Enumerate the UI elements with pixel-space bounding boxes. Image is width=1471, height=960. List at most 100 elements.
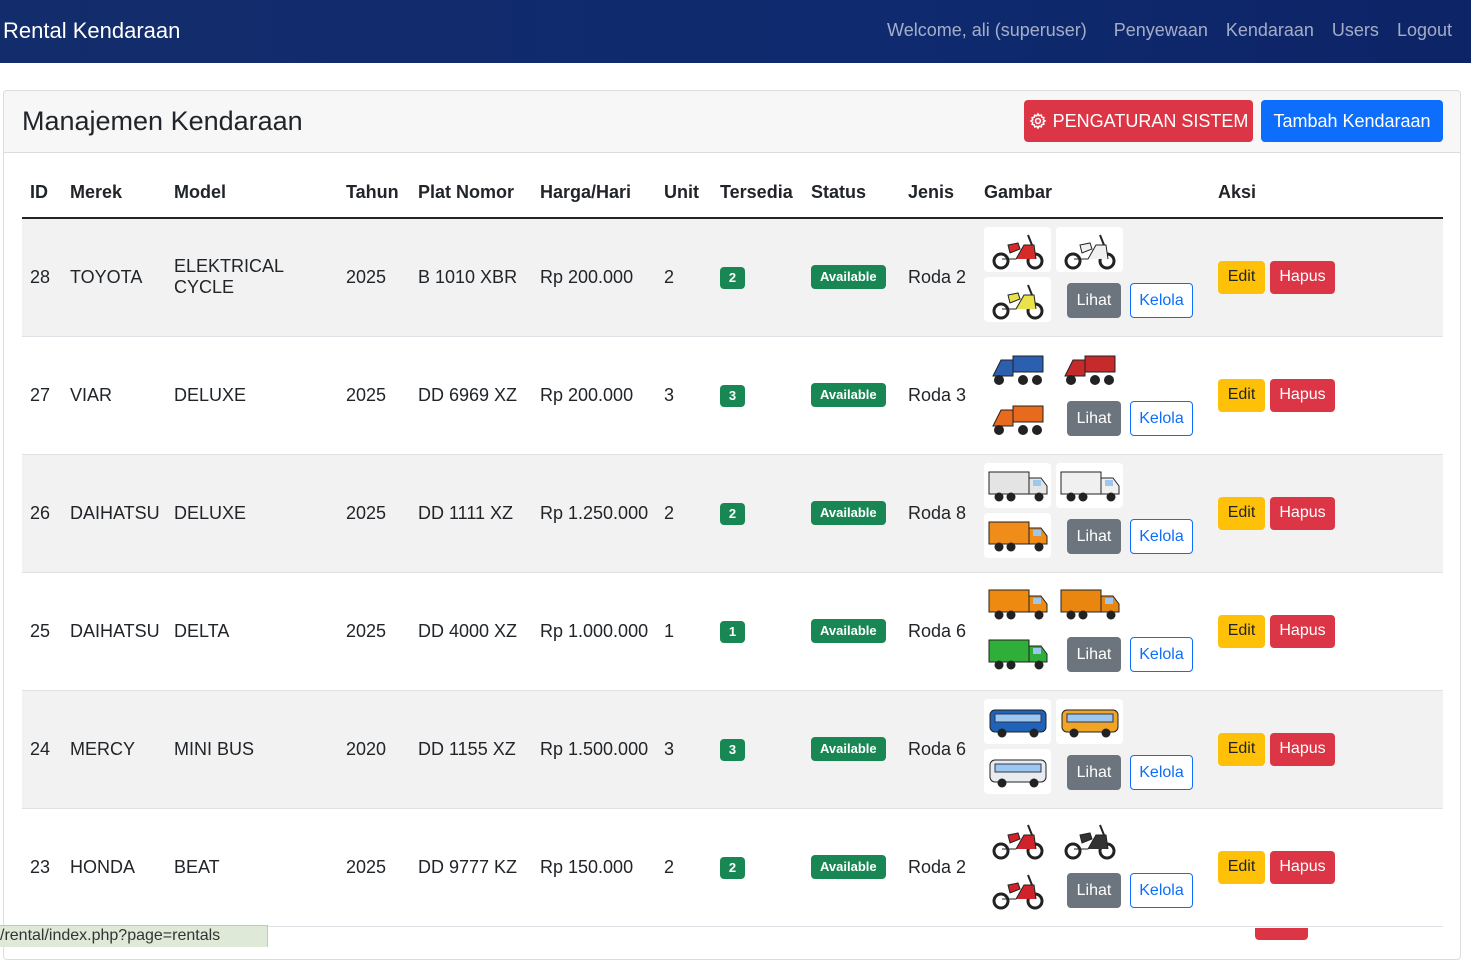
hidden-hapus-button[interactable] xyxy=(1255,928,1308,940)
image-gallery: Lihat Kelola xyxy=(984,817,1209,917)
header-id: ID xyxy=(22,168,62,219)
cell-tahun: 2025 xyxy=(338,808,410,927)
truck-box-white-thumbnail[interactable] xyxy=(984,463,1051,508)
truck-white-front-thumbnail[interactable] xyxy=(1056,463,1123,508)
header-unit: Unit xyxy=(656,168,712,219)
tricycle-red-thumbnail[interactable] xyxy=(1056,345,1123,390)
cell-aksi: Edit Hapus xyxy=(1210,690,1443,809)
image-gallery: Lihat Kelola xyxy=(984,581,1209,681)
cell-jenis: Roda 6 xyxy=(900,572,976,691)
cell-gambar: Lihat Kelola xyxy=(976,572,1210,691)
header-gambar: Gambar xyxy=(976,168,1210,219)
view-images-button[interactable]: Lihat xyxy=(1067,401,1121,436)
cell-merek: MERCY xyxy=(62,690,166,809)
truck-orange-front-thumbnail[interactable] xyxy=(1056,581,1123,626)
cell-unit: 2 xyxy=(656,454,712,573)
nav-link-logout[interactable]: Logout xyxy=(1397,20,1452,41)
view-images-button[interactable]: Lihat xyxy=(1067,519,1121,554)
nav-links: Welcome, ali (superuser) Penyewaan Kenda… xyxy=(887,20,1452,41)
motorbike-red-2-thumbnail[interactable] xyxy=(984,867,1051,912)
edit-button[interactable]: Edit xyxy=(1218,378,1265,412)
image-gallery: Lihat Kelola xyxy=(984,345,1209,445)
manage-images-button[interactable]: Kelola xyxy=(1130,873,1193,908)
manage-images-button[interactable]: Kelola xyxy=(1130,283,1193,319)
cell-harga: Rp 200.000 xyxy=(532,218,656,337)
edit-button[interactable]: Edit xyxy=(1218,260,1265,294)
tricycle-blue-thumbnail[interactable] xyxy=(984,345,1051,390)
cell-gambar: Lihat Kelola xyxy=(976,336,1210,455)
view-images-button[interactable]: Lihat xyxy=(1067,637,1121,672)
image-gallery: Lihat Kelola xyxy=(984,699,1209,799)
bus-blue-thumbnail[interactable] xyxy=(984,699,1051,744)
delete-button[interactable]: Hapus xyxy=(1270,260,1335,294)
cell-tersedia: 2 xyxy=(712,454,803,573)
motorbike-red-thumbnail[interactable] xyxy=(984,817,1051,862)
cell-jenis: Roda 2 xyxy=(900,218,976,337)
add-vehicle-button[interactable]: Tambah Kendaraan xyxy=(1261,100,1443,142)
cell-id: 25 xyxy=(22,572,62,691)
truck-orange-thumbnail[interactable] xyxy=(984,581,1051,626)
nav-link-penyewaan[interactable]: Penyewaan xyxy=(1114,20,1208,41)
cell-tersedia: 1 xyxy=(712,572,803,691)
motorbike-black-thumbnail[interactable] xyxy=(1056,817,1123,862)
vehicle-management-card: Manajemen Kendaraan PENGATURAN SISTEM Ta… xyxy=(3,90,1461,960)
header-plat: Plat Nomor xyxy=(410,168,532,219)
cell-plat: DD 1155 XZ xyxy=(410,690,532,809)
row-actions: Edit Hapus xyxy=(1218,496,1443,530)
manage-images-button[interactable]: Kelola xyxy=(1130,519,1193,554)
available-count-badge: 2 xyxy=(720,266,745,289)
cell-aksi: Edit Hapus xyxy=(1210,454,1443,573)
nav-link-users[interactable]: Users xyxy=(1332,20,1379,41)
cell-model: MINI BUS xyxy=(166,690,338,809)
status-badge: Available xyxy=(811,855,886,879)
system-settings-button[interactable]: PENGATURAN SISTEM xyxy=(1024,100,1253,142)
row-actions: Edit Hapus xyxy=(1218,732,1443,766)
delete-button[interactable]: Hapus xyxy=(1270,850,1335,884)
delete-button[interactable]: Hapus xyxy=(1270,614,1335,648)
cell-status: Available xyxy=(803,336,900,455)
navbar: Rental Kendaraan Welcome, ali (superuser… xyxy=(0,0,1471,63)
minibus-yellow-thumbnail[interactable] xyxy=(1056,699,1123,744)
cell-id: 24 xyxy=(22,690,62,809)
cell-jenis: Roda 2 xyxy=(900,808,976,927)
scooter-white-thumbnail[interactable] xyxy=(1056,227,1123,273)
manage-images-button[interactable]: Kelola xyxy=(1130,401,1193,436)
brand-link[interactable]: Rental Kendaraan xyxy=(3,18,180,44)
cell-status: Available xyxy=(803,690,900,809)
cell-id: 27 xyxy=(22,336,62,455)
manage-images-button[interactable]: Kelola xyxy=(1130,637,1193,672)
available-count-badge: 2 xyxy=(720,502,745,525)
view-images-button[interactable]: Lihat xyxy=(1067,283,1121,319)
delete-button[interactable]: Hapus xyxy=(1270,732,1335,766)
cell-gambar: Lihat Kelola xyxy=(976,218,1210,337)
cell-model: DELTA xyxy=(166,572,338,691)
table-row: 28 TOYOTA ELEKTRICAL CYCLE 2025 B 1010 X… xyxy=(22,218,1443,337)
cell-unit: 2 xyxy=(656,808,712,927)
tricycle-orange-thumbnail[interactable] xyxy=(984,395,1051,440)
header-merek: Merek xyxy=(62,168,166,219)
manage-images-button[interactable]: Kelola xyxy=(1130,755,1193,790)
edit-button[interactable]: Edit xyxy=(1218,614,1265,648)
scooter-red-thumbnail[interactable] xyxy=(984,227,1051,273)
cell-model: BEAT xyxy=(166,808,338,927)
truck-orange-box-thumbnail[interactable] xyxy=(984,513,1051,558)
header-tersedia: Tersedia xyxy=(712,168,803,219)
table-row: 27 VIAR DELUXE 2025 DD 6969 XZ Rp 200.00… xyxy=(22,336,1443,455)
cell-unit: 3 xyxy=(656,336,712,455)
edit-button[interactable]: Edit xyxy=(1218,496,1265,530)
delete-button[interactable]: Hapus xyxy=(1270,378,1335,412)
cell-harga: Rp 1.250.000 xyxy=(532,454,656,573)
delete-button[interactable]: Hapus xyxy=(1270,496,1335,530)
cell-merek: HONDA xyxy=(62,808,166,927)
view-images-button[interactable]: Lihat xyxy=(1067,873,1121,908)
nav-link-kendaraan[interactable]: Kendaraan xyxy=(1226,20,1314,41)
view-images-button[interactable]: Lihat xyxy=(1067,755,1121,790)
cell-merek: TOYOTA xyxy=(62,218,166,337)
scooter-yellow-thumbnail[interactable] xyxy=(984,277,1051,323)
edit-button[interactable]: Edit xyxy=(1218,850,1265,884)
edit-button[interactable]: Edit xyxy=(1218,732,1265,766)
bus-white-thumbnail[interactable] xyxy=(984,749,1051,794)
status-badge: Available xyxy=(811,383,886,407)
truck-green-thumbnail[interactable] xyxy=(984,631,1051,676)
cell-gambar: Lihat Kelola xyxy=(976,454,1210,573)
